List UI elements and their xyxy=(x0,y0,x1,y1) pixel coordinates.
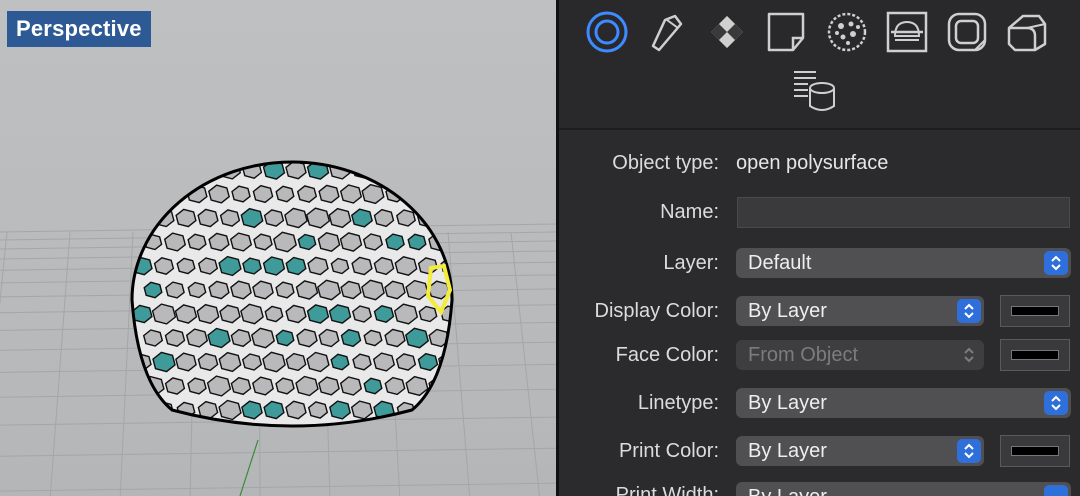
print-width-value: By Layer xyxy=(748,486,827,496)
chevron-up-down-icon xyxy=(1044,391,1068,415)
dome-polysurface[interactable] xyxy=(130,144,472,452)
print-color-value: By Layer xyxy=(748,440,827,462)
decal-icon[interactable] xyxy=(765,10,809,54)
linetype-value: By Layer xyxy=(748,392,827,414)
layer-label: Layer: xyxy=(663,252,719,274)
chevron-up-down-icon xyxy=(957,299,981,323)
displacement-icon[interactable] xyxy=(825,10,869,54)
name-label: Name: xyxy=(660,201,719,223)
chevron-up-down-icon xyxy=(957,343,981,367)
texture-mapping-icon[interactable] xyxy=(705,10,749,54)
face-color-value: From Object xyxy=(748,344,859,366)
print-color-swatch[interactable] xyxy=(1000,435,1070,467)
layer-dropdown[interactable]: Default xyxy=(736,248,1071,278)
print-color-label: Print Color: xyxy=(618,440,719,462)
object-type-value: open polysurface xyxy=(736,152,889,174)
material-icon[interactable] xyxy=(645,10,689,54)
color-swatch-fill xyxy=(1011,350,1059,360)
chevron-up-down-icon xyxy=(1044,251,1068,275)
display-color-value: By Layer xyxy=(748,300,827,322)
toolbar-divider xyxy=(559,128,1080,130)
display-color-dropdown[interactable]: By Layer xyxy=(736,296,984,326)
fillet-edges-icon[interactable] xyxy=(1005,10,1049,54)
viewport-title[interactable]: Perspective xyxy=(7,11,151,47)
print-color-dropdown[interactable]: By Layer xyxy=(736,436,984,466)
viewport-canvas[interactable] xyxy=(0,0,556,496)
layer-dropdown-value: Default xyxy=(748,252,812,274)
display-color-swatch[interactable] xyxy=(1000,295,1070,327)
object-type-label: Object type: xyxy=(612,152,719,174)
chevron-up-down-icon xyxy=(1044,485,1068,496)
color-swatch-fill xyxy=(1011,306,1059,316)
section-style-icon[interactable] xyxy=(885,10,929,54)
face-color-swatch[interactable] xyxy=(1000,339,1070,371)
name-field[interactable] xyxy=(737,197,1070,228)
properties-panel: Object type: open polysurface Name: Laye… xyxy=(559,0,1080,496)
linetype-dropdown[interactable]: By Layer xyxy=(736,388,1071,418)
print-width-dropdown[interactable]: By Layer xyxy=(736,482,1071,496)
properties-toolbar xyxy=(559,0,1080,128)
chevron-up-down-icon xyxy=(957,439,981,463)
object-properties-icon[interactable] xyxy=(585,10,629,54)
perspective-viewport[interactable]: Perspective xyxy=(0,0,556,496)
attribute-user-text-icon[interactable] xyxy=(792,68,836,112)
display-color-label: Display Color: xyxy=(594,300,719,322)
print-width-label: Print Width: xyxy=(615,484,719,496)
face-color-dropdown[interactable]: From Object xyxy=(736,340,984,370)
color-swatch-fill xyxy=(1011,446,1059,456)
face-color-label: Face Color: xyxy=(615,344,719,366)
edge-softening-icon[interactable] xyxy=(945,10,989,54)
linetype-label: Linetype: xyxy=(637,392,719,414)
